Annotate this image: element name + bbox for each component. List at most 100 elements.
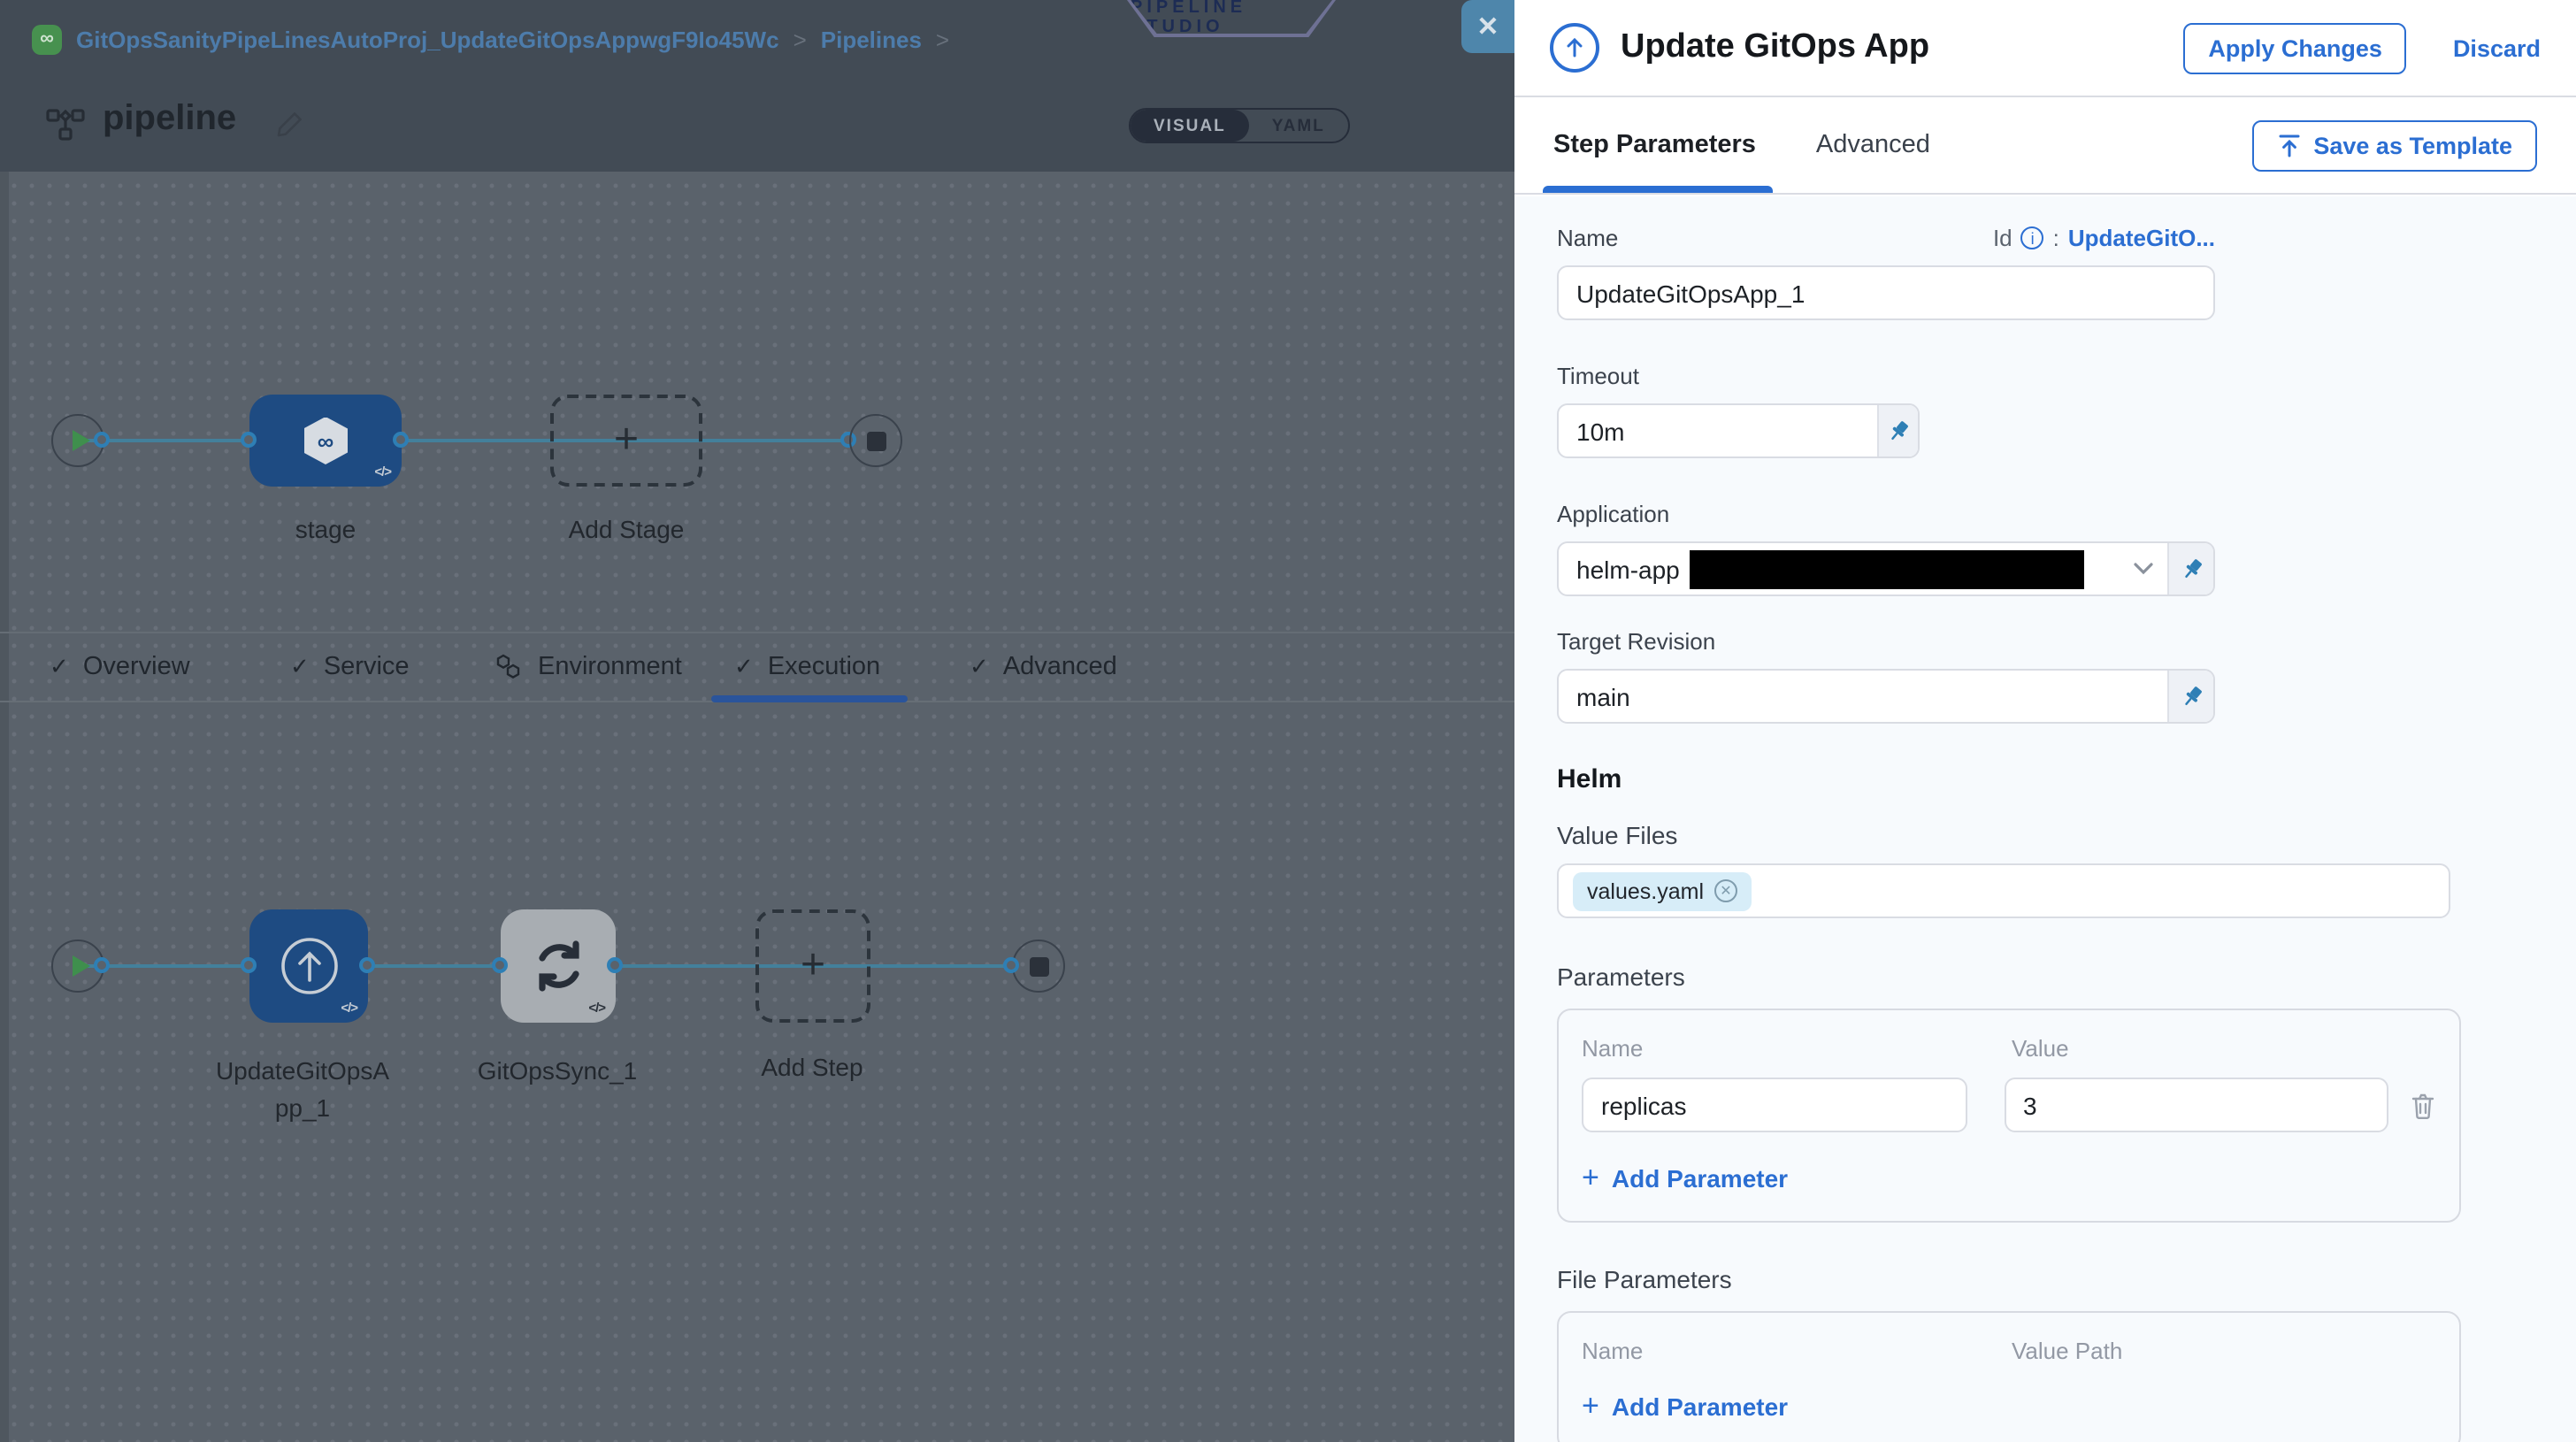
discard-button[interactable]: Discard — [2453, 35, 2541, 61]
value-file-chip-text: values.yaml — [1587, 878, 1704, 903]
step-parameters-form: Name Id i : UpdateGitO... Timeout — [1514, 196, 2576, 1442]
parameter-value-input[interactable] — [2004, 1078, 2388, 1132]
connector-dot — [1003, 957, 1019, 973]
check-icon: ✓ — [970, 653, 989, 681]
left-edge-strip — [0, 172, 9, 1442]
id-value-link[interactable]: UpdateGitO... — [2068, 225, 2215, 251]
value-files-label: Value Files — [1557, 821, 2576, 849]
update-gitops-app-icon — [1550, 23, 1599, 73]
check-icon: ✓ — [50, 653, 69, 681]
add-step-button[interactable]: + — [755, 909, 870, 1023]
add-file-parameter-button[interactable]: + Add Parameter — [1582, 1389, 2436, 1424]
connector-dot — [94, 957, 110, 973]
step2-label: GitOpsSync_1 — [451, 1056, 663, 1085]
value-file-chip: values.yaml ✕ — [1573, 871, 1752, 910]
apply-changes-button[interactable]: Apply Changes — [2183, 22, 2407, 73]
edit-pipeline-icon[interactable] — [276, 110, 304, 138]
stage-connector-line — [78, 439, 851, 442]
target-revision-field — [1557, 669, 2215, 724]
toggle-visual[interactable]: VISUAL — [1131, 110, 1249, 142]
execution-end-node[interactable] — [1012, 940, 1065, 993]
trash-icon — [2410, 1091, 2436, 1119]
panel-tab-bar: Step Parameters Advanced Save as Templat… — [1514, 97, 2576, 195]
view-toggle: VISUAL YAML — [1129, 108, 1350, 143]
pipeline-canvas: ∞ </> stage + Add Stage ✓ Overview ✓ — [0, 172, 1514, 1442]
timeout-label: Timeout — [1557, 363, 2576, 389]
parameter-row — [1582, 1078, 2436, 1132]
toggle-yaml[interactable]: YAML — [1249, 110, 1348, 142]
breadcrumb-project-link[interactable]: GitOpsSanityPipeLinesAutoProj_UpdateGitO… — [76, 26, 779, 52]
id-label: Id — [1993, 225, 2012, 251]
code-icon: </> — [374, 464, 391, 479]
step-config-panel: Update GitOps App Apply Changes Discard … — [1514, 0, 2576, 1442]
value-files-input[interactable]: values.yaml ✕ — [1557, 863, 2450, 918]
pipeline-studio-badge-label: PIPELINE STUDIO — [1131, 0, 1332, 34]
pin-icon — [2179, 556, 2204, 581]
panel-header: Update GitOps App Apply Changes Discard — [1514, 0, 2576, 97]
helm-heading: Helm — [1557, 764, 2576, 794]
timeout-pin-button[interactable] — [1877, 405, 1918, 456]
pipeline-end-node[interactable] — [849, 414, 902, 467]
breadcrumb: ∞ GitOpsSanityPipeLinesAutoProj_UpdateGi… — [32, 0, 949, 78]
file-parameters-col-name: Name — [1582, 1338, 2012, 1364]
timeout-input[interactable] — [1559, 405, 1877, 456]
stop-icon — [1029, 956, 1048, 976]
upload-circle-icon — [277, 934, 341, 998]
active-panel-tab-underline — [1543, 186, 1773, 193]
tab-service[interactable]: ✓ Service — [290, 633, 410, 701]
close-panel-button[interactable]: ✕ — [1461, 0, 1514, 53]
tab-label: Environment — [538, 653, 682, 681]
application-pin-button[interactable] — [2167, 543, 2213, 594]
connector-dot — [241, 432, 257, 448]
breadcrumb-pipelines-link[interactable]: Pipelines — [821, 26, 922, 52]
application-label: Application — [1557, 501, 2576, 527]
tab-environment[interactable]: Environment — [494, 633, 682, 701]
tab-advanced[interactable]: Advanced — [1816, 131, 1930, 159]
code-icon: </> — [341, 1000, 357, 1016]
tab-step-parameters[interactable]: Step Parameters — [1553, 131, 1756, 159]
project-icon: ∞ — [32, 24, 62, 54]
deploy-stage-icon: ∞ — [303, 417, 348, 464]
remove-chip-icon[interactable]: ✕ — [1714, 879, 1737, 902]
info-icon[interactable]: i — [2021, 226, 2044, 249]
add-stage-button[interactable]: + — [550, 395, 702, 487]
name-label: Name — [1557, 225, 1618, 251]
target-revision-input[interactable] — [1559, 671, 2167, 722]
page: ∞ GitOpsSanityPipeLinesAutoProj_UpdateGi… — [0, 0, 2576, 1442]
connector-dot — [241, 957, 257, 973]
gitops-sync-step-node[interactable]: </> — [501, 909, 616, 1023]
tab-label: Service — [324, 653, 410, 681]
file-parameters-label: File Parameters — [1557, 1265, 2576, 1293]
plus-icon: + — [1582, 1389, 1599, 1424]
tab-execution[interactable]: ✓ Execution — [734, 633, 880, 701]
sync-icon — [526, 934, 590, 998]
name-input[interactable] — [1557, 265, 2215, 320]
tab-label: Advanced — [1003, 653, 1117, 681]
target-revision-pin-button[interactable] — [2167, 671, 2213, 722]
stage-node[interactable]: ∞ </> — [249, 395, 402, 487]
parameters-col-name: Name — [1582, 1035, 2012, 1062]
add-file-parameter-label: Add Parameter — [1612, 1392, 1788, 1421]
tab-advanced[interactable]: ✓ Advanced — [970, 633, 1117, 701]
delete-parameter-button[interactable] — [2410, 1091, 2436, 1119]
add-parameter-button[interactable]: + Add Parameter — [1582, 1161, 2436, 1196]
save-as-template-button[interactable]: Save as Template — [2251, 119, 2537, 171]
tab-overview[interactable]: ✓ Overview — [50, 633, 190, 701]
pin-icon — [2179, 684, 2204, 709]
stage-label: stage — [230, 515, 421, 543]
plus-icon: + — [1582, 1161, 1599, 1196]
pipeline-title-bar: pipeline VISUAL YAML — [0, 78, 1514, 173]
file-parameters-col-value-path: Value Path — [2012, 1338, 2122, 1364]
pipeline-studio-region: ∞ GitOpsSanityPipeLinesAutoProj_UpdateGi… — [0, 0, 1514, 1442]
connector-dot — [359, 957, 375, 973]
application-select[interactable]: helm-app — [1559, 543, 2167, 594]
step1-label-line2: pp_1 — [196, 1093, 409, 1122]
check-icon: ✓ — [290, 653, 310, 681]
parameter-name-input[interactable] — [1582, 1078, 1966, 1132]
connector-dot — [607, 957, 623, 973]
application-value: helm-app — [1576, 555, 1680, 583]
id-row: Id i : UpdateGitO... — [1993, 225, 2215, 251]
update-gitops-app-step-node[interactable]: </> — [249, 909, 368, 1023]
target-revision-label: Target Revision — [1557, 628, 2576, 655]
parameters-label: Parameters — [1557, 963, 2576, 991]
